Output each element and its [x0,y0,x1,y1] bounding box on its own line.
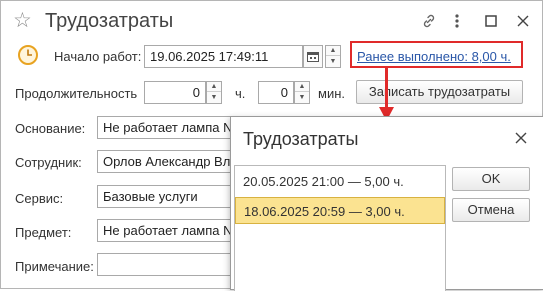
basis-field[interactable]: Не работает лампа N [97,116,237,139]
chevron-up-icon[interactable]: ▲ [295,82,309,92]
subject-label: Предмет: [15,225,72,240]
start-label: Начало работ: [54,49,142,64]
note-label: Примечание: [15,259,94,274]
work-time-popup: Трудозатраты 20.05.2025 21:00 — 5,00 ч. … [230,116,543,291]
chevron-up-icon[interactable]: ▲ [326,46,340,56]
maximize-icon[interactable] [481,11,501,31]
start-time-stepper[interactable]: ▲ ▼ [325,45,341,68]
start-datetime-input[interactable]: 19.06.2025 17:49:11 [144,45,303,68]
chevron-down-icon[interactable]: ▼ [326,57,340,67]
clock-icon [17,44,39,69]
employee-label: Сотрудник: [15,155,82,170]
chevron-down-icon[interactable]: ▼ [207,93,221,103]
chevron-down-icon[interactable]: ▼ [295,93,309,103]
title-bar: ☆ Трудозатраты [1,1,542,41]
cancel-button[interactable]: Отмена [452,198,530,222]
minutes-input[interactable]: 0 [258,81,294,104]
calendar-button[interactable] [303,45,323,68]
close-icon[interactable] [513,11,533,31]
calendar-icon [307,52,319,62]
more-vertical-icon[interactable] [447,11,467,31]
star-icon[interactable]: ☆ [13,9,32,33]
subject-field[interactable]: Не работает лампа N [97,219,237,242]
work-time-list: 20.05.2025 21:00 — 5,00 ч. 18.06.2025 20… [234,165,446,291]
chevron-up-icon[interactable]: ▲ [207,82,221,92]
link-icon[interactable] [419,11,439,31]
list-item-selected[interactable]: 18.06.2025 20:59 — 3,00 ч. [235,197,445,224]
note-field[interactable] [97,253,237,276]
hours-stepper[interactable]: ▲ ▼ [206,81,222,104]
minutes-stepper[interactable]: ▲ ▼ [294,81,310,104]
record-work-time-button[interactable]: Записать трудозатраты [356,80,523,104]
duration-label: Продолжительность [15,86,138,101]
employee-field[interactable]: Орлов Александр Вл [97,150,237,173]
basis-label: Основание: [15,121,86,136]
list-item[interactable]: 20.05.2025 21:00 — 5,00 ч. [235,168,445,195]
hours-input[interactable]: 0 [144,81,206,104]
previously-done-link[interactable]: Ранее выполнено: 8,00 ч. [357,49,511,65]
ok-button[interactable]: OK [452,167,530,191]
minutes-unit: мин. [318,86,345,101]
service-field[interactable]: Базовые услуги [97,185,237,208]
window-title: Трудозатраты [45,10,174,32]
annotation-arrow-shaft [385,67,388,111]
close-icon[interactable] [515,132,527,147]
work-time-form: ☆ Трудозатраты Начало работ: 19.06.2025 … [0,0,543,291]
hours-unit: ч. [235,86,246,101]
service-label: Сервис: [15,191,64,206]
popup-title: Трудозатраты [243,129,359,149]
